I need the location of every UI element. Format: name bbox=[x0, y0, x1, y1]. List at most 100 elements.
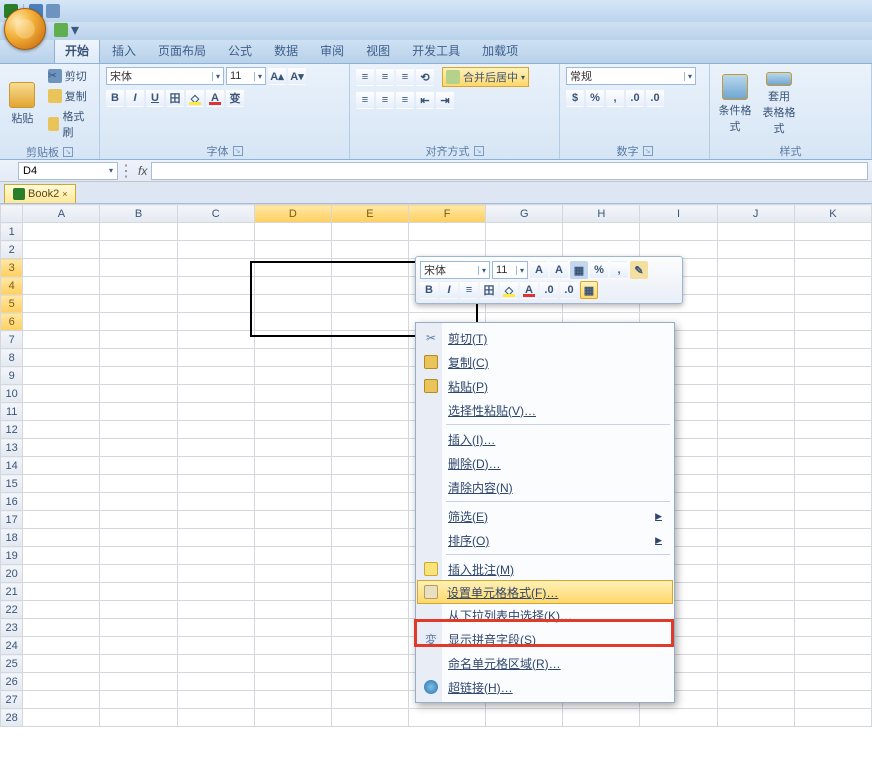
column-header[interactable]: B bbox=[100, 205, 177, 223]
mini-italic-icon[interactable]: I bbox=[440, 281, 458, 299]
cell[interactable] bbox=[23, 439, 100, 457]
cell[interactable] bbox=[331, 583, 408, 601]
tab-addins[interactable]: 加载项 bbox=[472, 38, 528, 63]
cell[interactable] bbox=[177, 511, 254, 529]
cell[interactable] bbox=[23, 457, 100, 475]
comma-icon[interactable]: , bbox=[606, 89, 624, 107]
cell[interactable] bbox=[717, 223, 794, 241]
cell[interactable] bbox=[794, 493, 871, 511]
select-all-corner[interactable] bbox=[1, 205, 23, 223]
cell[interactable] bbox=[254, 313, 331, 331]
ctx-format-cells[interactable]: 设置单元格格式(F)… bbox=[417, 580, 673, 604]
cell[interactable] bbox=[331, 601, 408, 619]
cell[interactable] bbox=[717, 349, 794, 367]
cell[interactable] bbox=[100, 421, 177, 439]
cell[interactable] bbox=[177, 529, 254, 547]
mini-font-combo[interactable]: 宋体▾ bbox=[420, 261, 490, 279]
cell[interactable] bbox=[331, 691, 408, 709]
cell[interactable] bbox=[717, 547, 794, 565]
close-icon[interactable]: × bbox=[62, 189, 67, 199]
mini-merge-icon[interactable]: ▦ bbox=[580, 281, 598, 299]
qat-icon[interactable] bbox=[54, 23, 68, 37]
paste-button[interactable]: 粘贴 bbox=[6, 72, 39, 136]
cell[interactable] bbox=[254, 223, 331, 241]
cell[interactable] bbox=[23, 259, 100, 277]
mini-dec1-icon[interactable]: .0 bbox=[560, 281, 578, 299]
cell[interactable] bbox=[254, 511, 331, 529]
decrease-decimal-icon[interactable]: .0 bbox=[646, 89, 664, 107]
row-header[interactable]: 22 bbox=[1, 601, 23, 619]
cell[interactable] bbox=[794, 511, 871, 529]
dialog-launcher-icon[interactable]: ↘ bbox=[474, 146, 484, 156]
cell[interactable] bbox=[100, 439, 177, 457]
cell[interactable] bbox=[100, 655, 177, 673]
column-header[interactable]: I bbox=[640, 205, 717, 223]
percent-icon[interactable]: % bbox=[586, 89, 604, 107]
cell[interactable] bbox=[177, 619, 254, 637]
cell[interactable] bbox=[331, 439, 408, 457]
cell[interactable] bbox=[254, 331, 331, 349]
increase-decimal-icon[interactable]: .0 bbox=[626, 89, 644, 107]
column-header[interactable]: A bbox=[23, 205, 100, 223]
row-header[interactable]: 13 bbox=[1, 439, 23, 457]
cell[interactable] bbox=[717, 529, 794, 547]
cell[interactable] bbox=[23, 583, 100, 601]
qat-dropdown-icon[interactable]: ▾ bbox=[71, 23, 79, 37]
cell[interactable] bbox=[254, 457, 331, 475]
copy-button[interactable]: 复制 bbox=[45, 87, 93, 105]
office-button[interactable] bbox=[4, 8, 46, 50]
ctx-copy[interactable]: 复制(C) bbox=[418, 350, 672, 374]
mini-font-color-icon[interactable]: A bbox=[520, 281, 538, 299]
cell[interactable] bbox=[23, 241, 100, 259]
cell[interactable] bbox=[177, 421, 254, 439]
mini-style-icon[interactable]: ▦ bbox=[570, 261, 588, 279]
cell[interactable] bbox=[177, 493, 254, 511]
cell[interactable] bbox=[254, 529, 331, 547]
cell[interactable] bbox=[177, 331, 254, 349]
align-bottom-icon[interactable]: ≡ bbox=[396, 68, 414, 86]
cell[interactable] bbox=[254, 547, 331, 565]
cell[interactable] bbox=[717, 655, 794, 673]
tab-home[interactable]: 开始 bbox=[54, 37, 100, 63]
cell[interactable] bbox=[717, 241, 794, 259]
cell[interactable] bbox=[100, 277, 177, 295]
cell[interactable] bbox=[23, 529, 100, 547]
cell[interactable] bbox=[254, 421, 331, 439]
cell[interactable] bbox=[486, 223, 563, 241]
cell[interactable] bbox=[331, 313, 408, 331]
cell[interactable] bbox=[177, 673, 254, 691]
row-header[interactable]: 18 bbox=[1, 529, 23, 547]
cell[interactable] bbox=[717, 475, 794, 493]
cell[interactable] bbox=[100, 547, 177, 565]
cell[interactable] bbox=[331, 655, 408, 673]
mini-fill-icon[interactable]: ◇ bbox=[500, 281, 518, 299]
row-header[interactable]: 27 bbox=[1, 691, 23, 709]
cell[interactable] bbox=[331, 367, 408, 385]
cell[interactable] bbox=[100, 709, 177, 727]
cell[interactable] bbox=[794, 655, 871, 673]
cell[interactable] bbox=[717, 601, 794, 619]
cell[interactable] bbox=[254, 385, 331, 403]
cell[interactable] bbox=[177, 313, 254, 331]
cell[interactable] bbox=[100, 457, 177, 475]
cell[interactable] bbox=[100, 673, 177, 691]
fill-color-button[interactable]: ◇ bbox=[186, 89, 204, 107]
cell[interactable] bbox=[177, 385, 254, 403]
row-header[interactable]: 8 bbox=[1, 349, 23, 367]
column-header[interactable]: J bbox=[717, 205, 794, 223]
dialog-launcher-icon[interactable]: ↘ bbox=[233, 146, 243, 156]
cell[interactable] bbox=[254, 277, 331, 295]
row-header[interactable]: 26 bbox=[1, 673, 23, 691]
font-size-combo[interactable]: 11▾ bbox=[226, 67, 266, 85]
cell[interactable] bbox=[100, 385, 177, 403]
decrease-font-icon[interactable]: A▾ bbox=[288, 67, 306, 85]
tab-data[interactable]: 数据 bbox=[264, 38, 308, 63]
cell[interactable] bbox=[717, 403, 794, 421]
ctx-pick-from-list[interactable]: 从下拉列表中选择(K)… bbox=[418, 603, 672, 627]
cell[interactable] bbox=[23, 547, 100, 565]
cell[interactable] bbox=[177, 367, 254, 385]
cell[interactable] bbox=[717, 709, 794, 727]
cell[interactable] bbox=[23, 295, 100, 313]
mini-comma-icon[interactable]: , bbox=[610, 261, 628, 279]
cell[interactable] bbox=[331, 457, 408, 475]
